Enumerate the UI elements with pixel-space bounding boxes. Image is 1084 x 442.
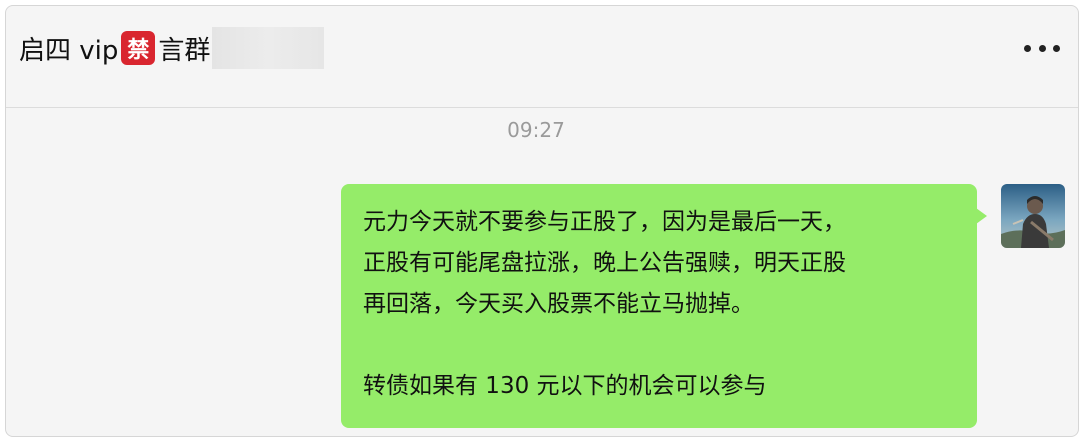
message-blank-line [363,325,955,366]
dot [1024,44,1031,52]
message-line: 再回落，今天买入股票不能立马抛掉。 [363,291,754,317]
chat-window: 启四 vip 禁 言群 09:27 元力今天就不要参与正股了，因为是最后一天， … [5,5,1079,437]
sent-message-bubble[interactable]: 元力今天就不要参与正股了，因为是最后一天， 正股有可能尾盘拉涨，晚上公告强赎，明… [341,184,987,428]
chat-title: 启四 vip 禁 言群 [19,27,325,69]
chat-title-text-1: 启四 vip [19,35,119,66]
more-dots-icon[interactable] [1024,42,1060,54]
chat-title-text-2: 言群 [158,35,211,66]
message-line: 转债如果有 130 元以下的机会可以参与 [363,373,767,399]
message-timestamp: 09:27 [507,118,565,142]
ban-emoji-icon: 禁 [121,31,156,65]
user-avatar-icon[interactable] [1001,184,1065,248]
message-line: 元力今天就不要参与正股了，因为是最后一天， [363,209,846,235]
chat-header: 启四 vip 禁 言群 [6,6,1078,108]
redacted-title-blur [212,27,325,69]
avatar-image [1001,184,1065,248]
message-line: 正股有可能尾盘拉涨，晚上公告强赎，明天正股 [363,250,846,276]
dot [1038,44,1046,52]
dot [1053,44,1060,52]
